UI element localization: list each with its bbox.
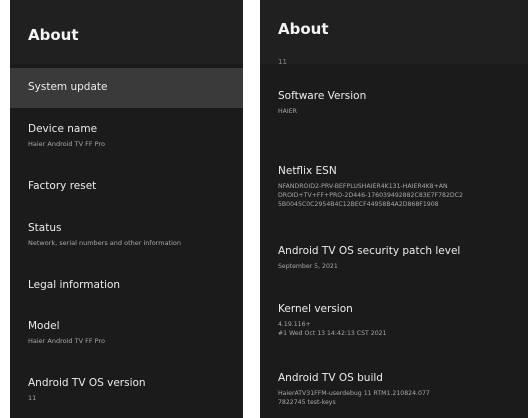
menu-item-device-name[interactable]: Device name Haier Android TV FF Pro <box>10 118 243 162</box>
panel-header: About 11 <box>260 0 528 66</box>
info-item-value: NFANDROID2-PRV-BEFPLUSHAIER4K131-HAIER4K… <box>278 183 448 190</box>
menu-item-label: Legal information <box>28 279 121 291</box>
info-item-label: Software Version <box>278 90 367 102</box>
info-item-label: Netflix ESN <box>278 165 337 177</box>
about-panel-left: About System update Device name Haier An… <box>10 0 243 418</box>
info-item-netflix-esn[interactable]: Netflix ESN NFANDROID2-PRV-BEFPLUSHAIER4… <box>260 165 528 225</box>
info-item-value: 4.19.116+ <box>278 321 311 328</box>
menu-item-value: Haier Android TV FF Pro <box>28 337 105 345</box>
menu-item-android-tv-os-version[interactable]: Android TV OS version 11 <box>10 372 243 416</box>
menu-item-value: 11 <box>28 394 37 402</box>
menu-item-system-update[interactable]: System update <box>10 68 243 108</box>
panel-header: About <box>10 0 243 64</box>
info-item-software-version[interactable]: Software Version HAIER <box>260 90 528 130</box>
info-item-android-tv-os-build[interactable]: Android TV OS build HaierATV31FFM-userde… <box>260 372 528 418</box>
info-item-value: 7822745 test-keys <box>278 399 336 406</box>
menu-item-value: Network, serial numbers and other inform… <box>28 239 182 247</box>
info-item-label: Android TV OS security patch level <box>278 245 461 257</box>
info-item-value: HAIER <box>278 108 297 115</box>
menu-item-factory-reset[interactable]: Factory reset <box>10 172 243 206</box>
info-item-security-patch-level[interactable]: Android TV OS security patch level Septe… <box>260 245 528 285</box>
info-item-value: DROID+TV+FF+PRO-2D446-176039492882C83E7F… <box>278 192 463 199</box>
scroll-hint-value: 11 <box>278 58 287 66</box>
menu-item-label: Android TV OS version <box>28 377 146 389</box>
menu-item-status[interactable]: Status Network, serial numbers and other… <box>10 218 243 262</box>
info-item-label: Kernel version <box>278 303 353 315</box>
menu-item-label: Factory reset <box>28 180 97 192</box>
menu-item-legal-information[interactable]: Legal information <box>10 272 243 306</box>
menu-item-value: Haier Android TV FF Pro <box>28 140 105 148</box>
info-item-value: HaierATV31FFM-userdebug 11 RTM1.210824.0… <box>278 390 430 397</box>
info-item-label: Android TV OS build <box>278 372 383 384</box>
page-title: About <box>28 26 79 44</box>
info-item-value: #1 Wed Oct 13 14:42:13 CST 2021 <box>278 330 387 337</box>
info-item-value: September 5, 2021 <box>278 263 338 270</box>
page-title: About <box>278 20 329 38</box>
menu-item-label: Status <box>28 222 62 234</box>
menu-item-label: System update <box>28 81 108 93</box>
menu-item-label: Device name <box>28 123 98 135</box>
menu-item-model[interactable]: Model Haier Android TV FF Pro <box>10 316 243 360</box>
menu-item-label: Model <box>28 320 60 332</box>
about-panel-right: About 11 Software Version HAIER Netflix … <box>260 0 528 418</box>
info-item-value: 5B0045C0C2954B4C12BECF44958B4A2D868F1908 <box>278 201 439 208</box>
info-item-kernel-version[interactable]: Kernel version 4.19.116+ #1 Wed Oct 13 1… <box>260 303 528 353</box>
